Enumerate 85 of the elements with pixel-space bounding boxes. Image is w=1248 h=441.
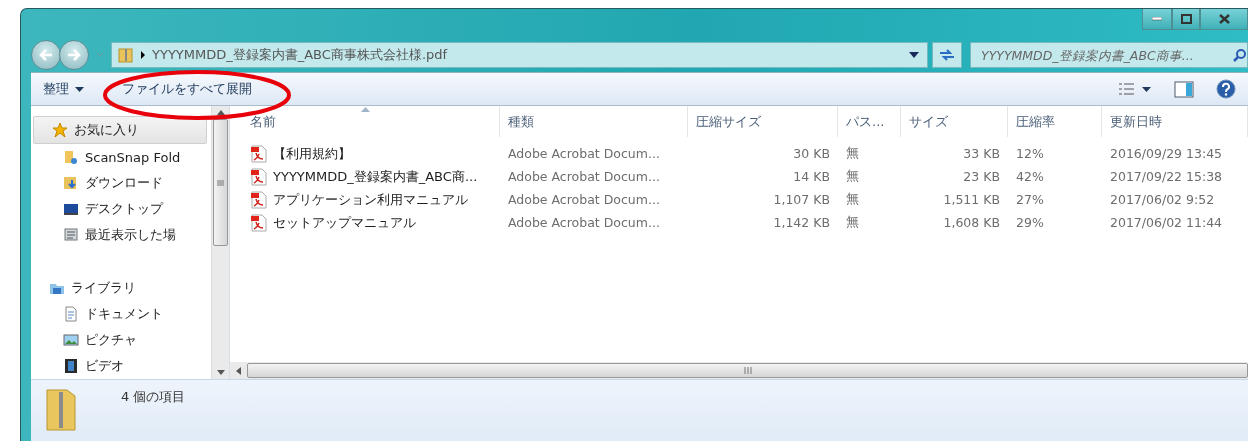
table-cell-text: 無 (845, 145, 860, 162)
desktop-icon (63, 201, 79, 217)
folder-icon (63, 149, 79, 165)
maximize-icon (1180, 14, 1192, 24)
maximize-button[interactable] (1172, 9, 1200, 30)
caret-icon (75, 86, 84, 92)
sidebar-item[interactable]: ライブラリ (31, 275, 211, 301)
pdf-file-icon (250, 213, 268, 232)
table-cell-text: 2017/06/02 11:44 (1109, 215, 1224, 230)
pdf-file-icon (250, 167, 268, 186)
film-icon (63, 358, 79, 374)
file-name-cell[interactable]: アプリケーション利用マニュアル (230, 190, 500, 209)
refresh-icon (938, 48, 956, 63)
table-cell-text: 42% (1015, 169, 1045, 184)
column-header[interactable]: 種類 (500, 106, 688, 137)
document-icon (63, 306, 79, 322)
search-field[interactable]: YYYYMMDD_登録案内書_ABC商事... (970, 42, 1248, 69)
table-cell-text: 33 KB (962, 146, 1001, 161)
table-cell-text: 2016/09/29 13:45 (1109, 146, 1224, 161)
back-button[interactable] (31, 40, 61, 71)
item-count-text: 4 個の項目 (121, 388, 186, 406)
address-bar[interactable]: YYYYMMDD_登録案内書_ABC商事株式会社様.pdf (111, 42, 928, 69)
scroll-down-icon[interactable] (216, 370, 225, 375)
right-arrow-icon (67, 49, 81, 62)
table-cell-text: 23 KB (962, 169, 1001, 184)
table-cell-text: 14 KB (792, 169, 831, 184)
file-name-cell[interactable]: YYYYMMDD_登録案内書_ABC商... (230, 167, 500, 186)
table-cell-text: 2017/09/22 15:38 (1109, 169, 1224, 184)
file-name-cell[interactable]: 【利用規約】 (230, 144, 500, 163)
column-header[interactable]: 圧縮サイズ (688, 106, 838, 137)
chevron-icon (140, 51, 146, 60)
table-cell-text: 1,107 KB (772, 192, 831, 207)
scroll-up-icon[interactable] (216, 110, 225, 115)
sidebar-item[interactable]: お気に入り (33, 116, 207, 144)
sidebar-item[interactable]: ピクチャ (31, 327, 211, 353)
table-cell-text: 無 (845, 168, 860, 185)
pdf-file-icon (250, 190, 268, 209)
column-header[interactable]: 名前 (230, 106, 500, 137)
zip-folder-icon (118, 47, 134, 64)
refresh-button[interactable] (932, 42, 962, 69)
minimize-icon (1152, 17, 1162, 21)
help-icon[interactable] (1216, 79, 1236, 99)
download-folder-icon (63, 175, 79, 191)
left-arrow-icon (39, 49, 53, 62)
sidebar-item[interactable]: ダウンロード (31, 170, 211, 196)
star-icon (52, 122, 68, 138)
table-cell-text: Adobe Acrobat Docum... (507, 146, 661, 161)
close-button[interactable] (1200, 9, 1248, 30)
sidebar-item[interactable]: ビデオ (31, 353, 211, 379)
picture-icon (63, 332, 79, 348)
vertical-scrollbar[interactable] (211, 106, 229, 379)
table-cell-text: 30 KB (792, 146, 831, 161)
preview-pane-icon[interactable] (1174, 80, 1194, 98)
pdf-file-icon (250, 144, 268, 163)
close-icon (1218, 14, 1230, 24)
sidebar-item[interactable]: 最近表示した場 (31, 222, 211, 248)
recent-places-icon (63, 227, 79, 243)
sidebar-item[interactable]: デスクトップ (31, 196, 211, 222)
sidebar-item[interactable]: ドキュメント (31, 301, 211, 327)
scroll-left-icon[interactable] (236, 366, 241, 375)
sidebar-item[interactable]: ScanSnap Fold (31, 144, 211, 170)
forward-button[interactable] (59, 40, 89, 71)
search-icon[interactable] (1233, 48, 1247, 63)
table-cell-text: 1,511 KB (942, 192, 1001, 207)
table-cell-text: 2017/06/02 9:52 (1109, 192, 1216, 207)
table-cell-text: 1,608 KB (942, 215, 1001, 230)
table-cell-text: 12% (1015, 146, 1045, 161)
column-header[interactable]: 更新日時 (1102, 106, 1248, 137)
table-cell-text: 無 (845, 214, 860, 231)
table-cell-text: Adobe Acrobat Docum... (507, 215, 661, 230)
table-cell-text: 29% (1015, 215, 1045, 230)
view-options-icon[interactable] (1118, 82, 1152, 96)
organize-menu-button[interactable]: 整理 (41, 76, 86, 102)
file-name-cell[interactable]: セットアップマニュアル (230, 213, 500, 232)
address-path: YYYYMMDD_登録案内書_ABC商事株式会社様.pdf (152, 46, 449, 65)
dropdown-icon[interactable] (909, 52, 919, 59)
table-cell-text: Adobe Acrobat Docum... (507, 192, 661, 207)
column-header[interactable]: パス... (838, 106, 901, 137)
column-header[interactable]: サイズ (901, 106, 1008, 137)
scroll-thumb[interactable] (213, 119, 228, 246)
column-header[interactable]: 圧縮率 (1008, 106, 1102, 137)
table-cell-text: 無 (845, 191, 860, 208)
table-cell-text: 27% (1015, 192, 1045, 207)
table-cell-text: Adobe Acrobat Docum... (507, 169, 661, 184)
table-cell-text: 1,142 KB (772, 215, 831, 230)
